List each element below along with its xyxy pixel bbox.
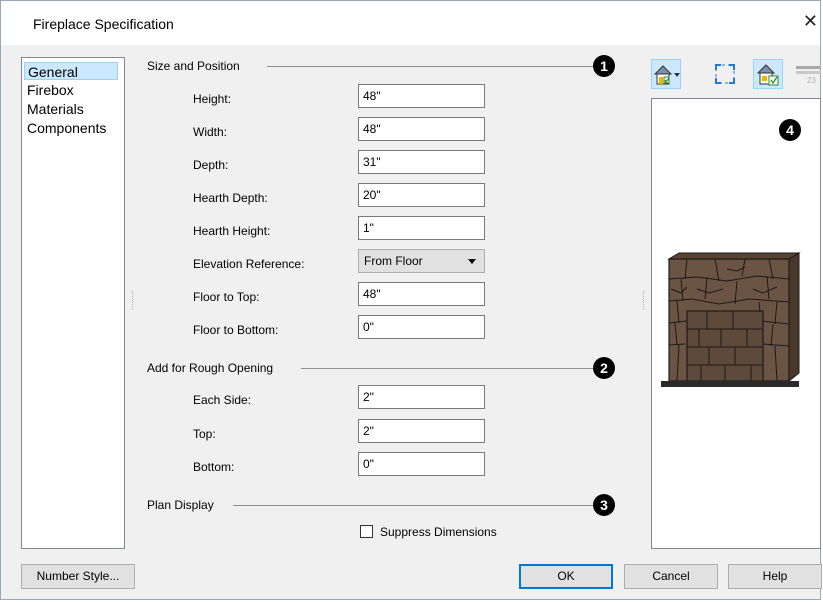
depth-field[interactable]: 31": [358, 150, 485, 174]
fill-window-button[interactable]: [710, 59, 740, 89]
suppress-dimensions-checkbox[interactable]: [360, 525, 373, 538]
floor-to-top-label: Floor to Top:: [193, 290, 260, 304]
nav-item-firebox[interactable]: Firebox: [24, 81, 74, 99]
rough-top-field[interactable]: 2": [358, 419, 485, 443]
fireplace-dialog: Fireplace Specification ✕ General Firebo…: [0, 0, 823, 600]
nav-item-materials[interactable]: Materials: [24, 100, 84, 118]
each-side-label: Each Side:: [193, 393, 252, 407]
svg-text:23: 23: [807, 76, 816, 85]
close-icon[interactable]: ✕: [803, 11, 818, 32]
elevation-reference-select[interactable]: From Floor: [358, 249, 485, 273]
height-field[interactable]: 48": [358, 84, 485, 108]
help-button[interactable]: Help: [728, 564, 822, 589]
hearth-height-field[interactable]: 1": [358, 216, 485, 240]
rough-bottom-label: Bottom:: [193, 460, 235, 474]
each-side-field[interactable]: 2": [358, 385, 485, 409]
number-style-button[interactable]: Number Style...: [21, 564, 135, 589]
ok-button[interactable]: OK: [519, 564, 613, 589]
width-label: Width:: [193, 125, 228, 139]
chevron-down-icon: [468, 259, 476, 264]
camera-view-dropdown-button[interactable]: [651, 59, 681, 89]
size-position-divider: [267, 66, 593, 67]
rough-bottom-field[interactable]: 0": [358, 452, 485, 476]
width-field[interactable]: 48": [358, 117, 485, 141]
plan-display-divider: [233, 505, 593, 506]
wall-layers-icon: 23: [796, 66, 821, 85]
cancel-button[interactable]: Cancel: [624, 564, 718, 589]
title-bar: Fireplace Specification ✕: [1, 1, 820, 45]
right-splitter-grip[interactable]: [643, 291, 646, 309]
floor-to-bottom-label: Floor to Bottom:: [193, 323, 279, 337]
suppress-dimensions-label[interactable]: Suppress Dimensions: [380, 525, 497, 539]
floor-to-top-field[interactable]: 48": [358, 282, 485, 306]
dialog-title: Fireplace Specification: [33, 16, 174, 32]
height-label: Height:: [193, 92, 232, 106]
preview-pane[interactable]: 4: [651, 98, 821, 549]
depth-label: Depth:: [193, 158, 229, 172]
floor-to-bottom-field[interactable]: 0": [358, 315, 485, 339]
callout-badge-1: 1: [593, 55, 615, 77]
hearth-height-label: Hearth Height:: [193, 224, 271, 238]
callout-badge-4: 4: [779, 119, 801, 141]
hearth-depth-field[interactable]: 20": [358, 183, 485, 207]
plan-display-heading: Plan Display: [147, 498, 214, 512]
callout-badge-2: 2: [593, 357, 615, 379]
fireplace-3d-model: [661, 252, 801, 387]
hearth-depth-label: Hearth Depth:: [193, 191, 268, 205]
callout-badge-3: 3: [593, 494, 615, 516]
fill-window-icon: [715, 64, 735, 84]
wall-view-button[interactable]: 23: [793, 59, 823, 89]
category-list: General Firebox Materials Components: [21, 57, 125, 549]
left-splitter-grip[interactable]: [132, 291, 135, 309]
nav-item-components[interactable]: Components: [24, 119, 106, 137]
rough-opening-divider: [301, 368, 593, 369]
elevation-reference-label: Elevation Reference:: [193, 257, 305, 271]
size-position-heading: Size and Position: [147, 59, 240, 73]
rough-opening-heading: Add for Rough Opening: [147, 361, 274, 375]
plan-elevation-toggle-button[interactable]: [753, 59, 783, 89]
elevation-reference-value: From Floor: [364, 254, 423, 268]
nav-item-general[interactable]: General: [24, 62, 118, 80]
rough-top-label: Top:: [193, 427, 216, 441]
house-check-icon: [756, 64, 779, 86]
house-view-icon: [653, 65, 680, 85]
